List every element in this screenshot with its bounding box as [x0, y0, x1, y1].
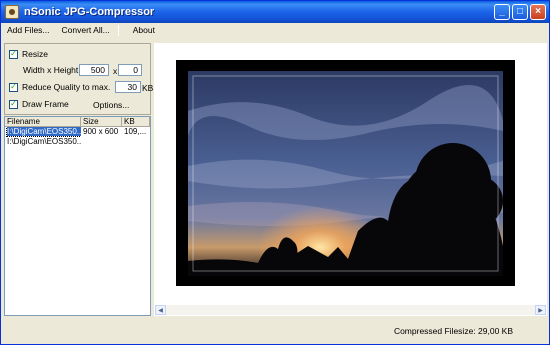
reduce-quality-checkbox[interactable]: ✓ [9, 82, 18, 92]
file-name: I:\DigiCam\EOS350... [7, 137, 81, 146]
title-bar[interactable]: nSonic JPG-Compressor _ □ × [1, 1, 549, 23]
column-size[interactable]: Size [81, 117, 122, 126]
scroll-right-icon[interactable]: ▶ [535, 305, 546, 315]
size-label: Width x Height: [23, 65, 81, 75]
reduce-quality-option[interactable]: ✓ Reduce Quality to max. [9, 82, 110, 92]
horizontal-scrollbar[interactable]: ◀ ▶ [154, 304, 547, 316]
maximize-icon[interactable]: □ [512, 4, 528, 20]
options-button[interactable]: Options... [93, 100, 129, 110]
resize-option[interactable]: ✓ Resize [9, 49, 48, 59]
resize-label: Resize [22, 49, 48, 59]
sunset-photo [188, 71, 503, 276]
menu-bar: Add Files... Convert All... About [1, 23, 549, 37]
compressed-filesize: Compressed Filesize: 29,00 KB [393, 326, 513, 336]
menu-convert-all[interactable]: Convert All... [56, 25, 116, 35]
menu-about[interactable]: About [127, 25, 161, 35]
close-icon[interactable]: × [530, 4, 546, 20]
app-icon [5, 5, 19, 19]
menu-separator [117, 24, 119, 36]
status-bar: Compressed Filesize: 29,00 KB [1, 317, 549, 345]
window-controls: _ □ × [494, 4, 546, 20]
resize-checkbox[interactable]: ✓ [9, 49, 18, 59]
draw-frame-option[interactable]: ✓ Draw Frame [9, 99, 69, 109]
scroll-left-icon[interactable]: ◀ [155, 305, 166, 315]
file-kb [122, 137, 150, 147]
reduce-quality-label: Reduce Quality to max. [22, 82, 111, 92]
column-kb[interactable]: KB [122, 117, 150, 126]
file-size: 900 x 600 [83, 127, 119, 136]
file-list[interactable]: Filename Size KB I:\DigiCam\EOS350... 90… [4, 116, 151, 316]
app-window: nSonic JPG-Compressor _ □ × Add Files...… [0, 0, 550, 345]
window-title: nSonic JPG-Compressor [24, 6, 155, 18]
quality-field[interactable]: 30 [115, 81, 141, 93]
file-list-header: Filename Size KB [5, 117, 150, 127]
column-filename[interactable]: Filename [5, 117, 81, 126]
options-panel: ✓ Resize Width x Height: 500 x 0 ✓ Reduc… [4, 43, 154, 115]
file-row[interactable]: I:\DigiCam\EOS350... [5, 137, 150, 147]
file-kb: 109,... [124, 127, 147, 136]
file-row[interactable]: I:\DigiCam\EOS350... 900 x 600 109,... [5, 127, 150, 137]
file-name: I:\DigiCam\EOS350... [5, 127, 81, 137]
width-field[interactable]: 500 [79, 64, 109, 76]
height-field[interactable]: 0 [118, 64, 142, 76]
preview-image [176, 60, 515, 286]
menu-add-files[interactable]: Add Files... [1, 25, 56, 35]
size-row: Width x Height: [23, 65, 81, 75]
draw-frame-label: Draw Frame [22, 99, 69, 109]
times-label: x [113, 66, 118, 76]
quality-unit: KB [142, 83, 154, 93]
minimize-icon[interactable]: _ [494, 4, 510, 20]
draw-frame-checkbox[interactable]: ✓ [9, 99, 18, 109]
file-size [81, 137, 122, 147]
